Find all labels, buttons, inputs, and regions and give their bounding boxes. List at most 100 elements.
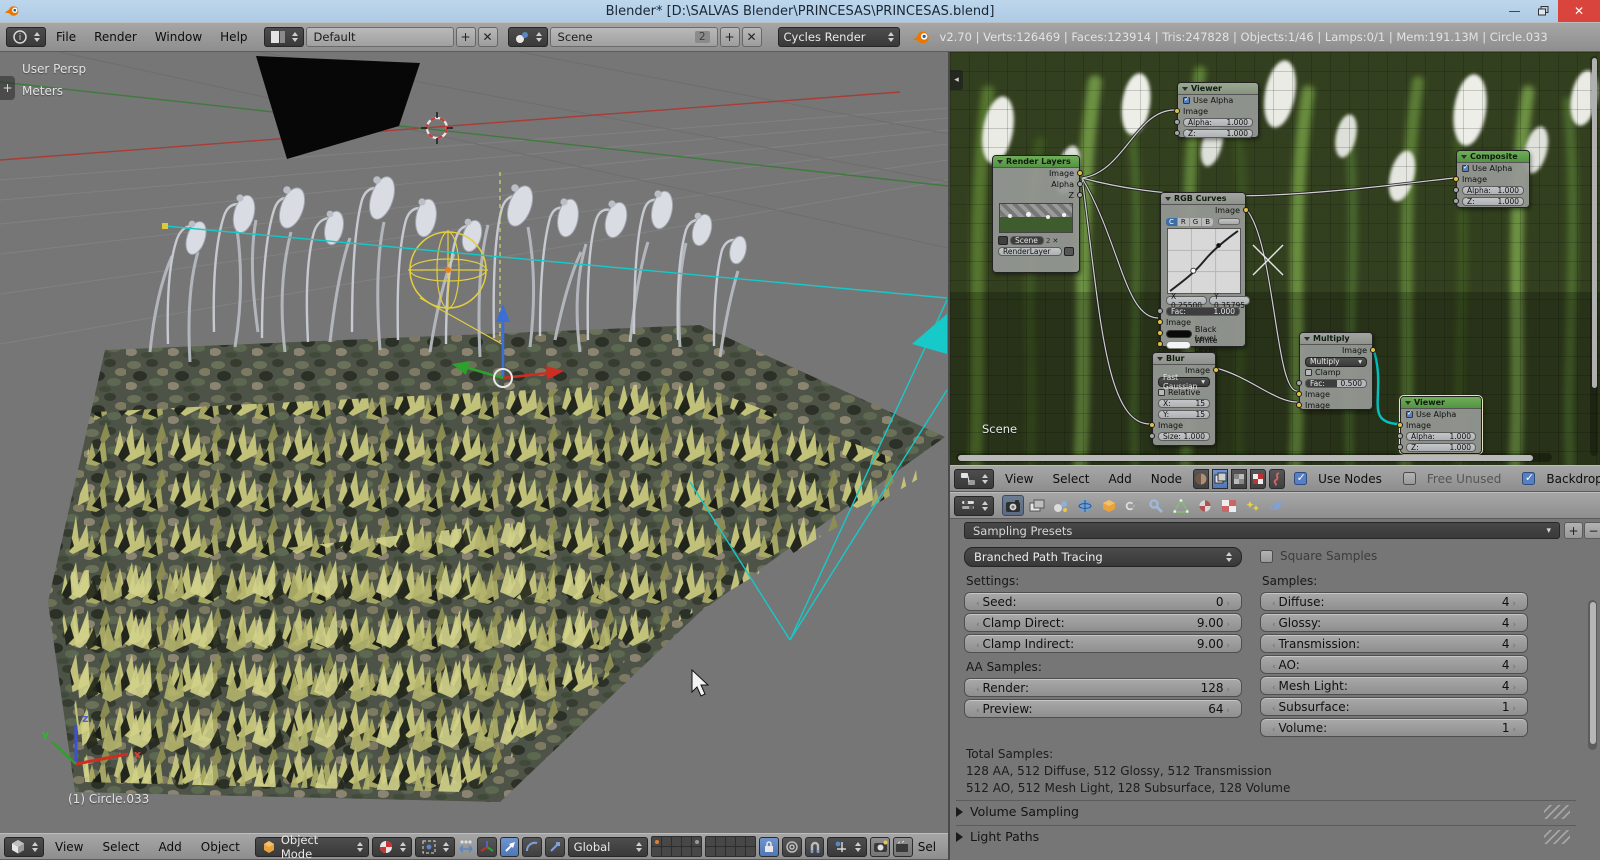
checker-nodes-button[interactable] [1250,469,1266,489]
aa-render-field[interactable]: ‹ Render:128 › [964,678,1242,697]
square-samples-checkbox[interactable] [1260,550,1273,563]
region-expand-tab[interactable]: + [0,76,15,100]
input-socket-image[interactable] [1149,422,1155,428]
input-socket-image-2[interactable] [1296,402,1302,408]
input-socket-black-level[interactable] [1157,330,1163,336]
menu-window[interactable]: Window [147,30,210,44]
collapse-icon[interactable] [997,160,1003,164]
black-level-swatch[interactable] [1166,330,1192,338]
input-socket-image[interactable] [1453,176,1459,182]
integrator-select[interactable]: Branched Path Tracing [964,547,1242,567]
use-alpha-checkbox[interactable] [1183,97,1190,104]
blur-x-field[interactable]: X:15 [1158,399,1210,408]
z-slider[interactable]: Z:1.000 [1183,129,1253,138]
diffuse-samples-field[interactable]: ‹ Diffuse:4 › [1260,592,1528,611]
rerender-icon[interactable] [1064,247,1074,256]
output-socket-z[interactable] [1077,192,1083,198]
node-editor[interactable]: Render Layers Image Alpha Z Scene 2 ✕ [950,52,1600,492]
tab-constraints[interactable] [1122,495,1144,516]
output-socket-image[interactable] [1370,347,1376,353]
ne-menu-view[interactable]: View [997,472,1041,486]
shader-nodes-button[interactable] [1193,469,1209,489]
menu-render[interactable]: Render [86,30,145,44]
input-socket-fac[interactable] [1296,380,1302,386]
menu-file[interactable]: File [48,30,84,44]
channel-r-button[interactable]: R [1178,218,1189,226]
3d-scene-canvas[interactable]: z x y [0,52,948,833]
pivot-align-icon[interactable] [458,839,474,855]
clamp-indirect-field[interactable]: ‹ Clamp Indirect:9.00 › [964,634,1242,653]
input-socket-image-1[interactable] [1296,391,1302,397]
input-socket-white-level[interactable] [1157,341,1163,347]
vp-menu-view[interactable]: View [47,840,91,854]
delete-layout-button[interactable]: ✕ [478,27,498,47]
tab-texture[interactable] [1218,495,1240,516]
backdrop-checkbox[interactable] [1522,472,1535,485]
relative-checkbox[interactable] [1158,389,1165,396]
proportional-edit-button[interactable] [782,837,802,857]
input-socket-alpha[interactable] [1397,433,1403,439]
input-socket-z[interactable] [1397,444,1403,450]
volume-samples-field[interactable]: ‹ Volume:1 › [1260,718,1528,737]
fac-slider[interactable]: Fac:0.500 [1305,379,1367,388]
size-slider[interactable]: Size:1.000 [1158,432,1210,441]
alpha-slider[interactable]: Alpha:1.000 [1406,432,1476,441]
channel-g-button[interactable]: G [1190,218,1201,226]
output-socket-image[interactable] [1077,170,1083,176]
z-slider[interactable]: Z:1.000 [1406,443,1476,452]
node-render-layers[interactable]: Render Layers Image Alpha Z Scene 2 ✕ [992,155,1080,273]
input-socket-image[interactable] [1157,319,1163,325]
screen-layout-field[interactable]: Default [306,27,454,47]
node-viewer-bottom[interactable]: Viewer Use Alpha Image Alpha:1.000 Z:1.0… [1400,396,1482,454]
sampling-presets-select[interactable]: Sampling Presets ▾ [964,522,1560,539]
snap-button[interactable] [805,837,825,857]
editor-type-3dview-button[interactable] [4,837,44,857]
minimize-button[interactable]: — [1500,0,1529,22]
compositing-nodes-button[interactable] [1212,469,1228,489]
ne-menu-node[interactable]: Node [1143,472,1190,486]
render-layer-select[interactable]: RenderLayer [998,247,1062,256]
input-socket-alpha[interactable] [1174,119,1180,125]
node-hscrollbar[interactable] [956,453,1552,462]
orientation-select[interactable]: Global [568,837,649,857]
ne-menu-select[interactable]: Select [1044,472,1097,486]
alpha-slider[interactable]: Alpha:1.000 [1183,118,1253,127]
mode-select[interactable]: Object Mode [255,837,369,857]
manipulator-translate-button[interactable] [500,837,520,857]
screen-layout-icon-button[interactable] [264,27,304,47]
clamp-direct-field[interactable]: ‹ Clamp Direct:9.00 › [964,613,1242,632]
opengl-render-anim-button[interactable] [893,837,913,857]
tab-render[interactable] [1002,495,1024,516]
tab-particles[interactable] [1242,495,1264,516]
vp-menu-object[interactable]: Object [193,840,248,854]
panel-light-paths[interactable]: Light Paths [956,825,1576,847]
remove-preset-button[interactable]: − [1584,522,1600,539]
blur-y-field[interactable]: Y:15 [1158,410,1210,419]
node-rgb-curves[interactable]: RGB Curves Image C R G B X 0.25500 [1160,192,1246,347]
scene-icon-button[interactable] [508,27,548,47]
properties-scrollbar[interactable] [1588,600,1597,750]
input-socket-image[interactable] [1174,108,1180,114]
channel-c-button[interactable]: C [1166,218,1177,226]
tab-render-layers[interactable] [1026,495,1048,516]
layers-widget-left[interactable] [651,836,702,857]
use-nodes-checkbox[interactable] [1294,472,1307,485]
use-alpha-checkbox[interactable] [1406,411,1413,418]
curve-tools[interactable] [1218,218,1240,225]
manipulator-axis-button[interactable] [477,837,497,857]
manipulator-scale-button[interactable] [545,837,565,857]
blur-type-select[interactable]: Fast Gaussian▾ [1158,377,1210,387]
viewport-shading-select[interactable] [372,837,412,857]
delete-scene-button[interactable]: ✕ [742,27,762,47]
texture-nodes-button[interactable] [1231,469,1247,489]
tab-modifiers[interactable] [1146,495,1168,516]
manipulator-rotate-button[interactable] [522,837,542,857]
pivot-point-select[interactable] [415,837,455,857]
use-alpha-checkbox[interactable] [1462,165,1469,172]
input-socket-z[interactable] [1174,130,1180,136]
curve-y-field[interactable]: Y 0.35795 [1209,296,1250,305]
panel-volume-sampling[interactable]: Volume Sampling [956,800,1576,822]
tab-material[interactable] [1194,495,1216,516]
clamp-checkbox[interactable] [1305,369,1312,376]
node-region-tab[interactable]: ◂ [950,70,963,90]
